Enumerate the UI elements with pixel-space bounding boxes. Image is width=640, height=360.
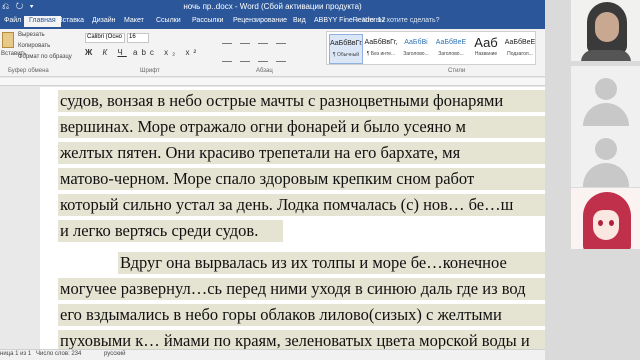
style-normal[interactable]: АаБбВвГг, ¶ Обычный xyxy=(329,34,363,64)
ribbon: Вставить Вырезать Копировать Формат по о… xyxy=(0,29,545,77)
style-heading-2[interactable]: АаБбВеЕ Заголово... xyxy=(434,34,468,64)
paragraph-line: его вздымались в небо горы облаков лилов… xyxy=(60,305,502,324)
font-group-label: Шрифт xyxy=(140,68,160,74)
avatar-placeholder-icon xyxy=(595,78,617,100)
tab-references[interactable]: Ссылки xyxy=(156,17,181,24)
participant-tile[interactable] xyxy=(571,126,640,187)
paragraph-line: матово-черном. Море спало здоровым крепк… xyxy=(60,169,475,188)
video-call-panel xyxy=(545,0,640,360)
ribbon-tabs: Файл Главная Вставка Дизайн Макет Ссылки… xyxy=(0,15,545,29)
participant-tile[interactable] xyxy=(571,66,640,127)
participant-avatar-anime[interactable] xyxy=(571,188,640,249)
paste-icon[interactable] xyxy=(2,32,14,48)
paragraph-line: пуховыми к… ймами по краям, зеленоватых … xyxy=(60,331,530,349)
word-window: ⎌ ↻ ▾ ночь пр..docx - Word (Сбой активац… xyxy=(0,0,545,360)
status-bar: ница 1 из 1 Число слов: 234 русский xyxy=(0,349,545,360)
language-indicator[interactable]: русский xyxy=(104,351,126,357)
paragraph-buttons[interactable] xyxy=(222,34,316,70)
paragraph-line: судов, вонзая в небо острые мачты с разн… xyxy=(60,91,504,110)
font-name-select[interactable]: Calibri (Осно xyxy=(85,33,125,43)
tab-design[interactable]: Дизайн xyxy=(92,17,116,24)
style-no-spacing[interactable]: АаБбВвГг, ¶ Без инте... xyxy=(364,34,398,64)
paragraph-line: который сильно устал за день. Лодка помч… xyxy=(60,195,514,214)
copy-button[interactable]: Копировать xyxy=(18,43,50,49)
paragraph-group-label: Абзац xyxy=(256,68,273,74)
font-size-select[interactable]: 16 xyxy=(127,33,149,43)
participant-video-self[interactable] xyxy=(571,0,640,61)
avatar-placeholder-icon xyxy=(595,138,617,160)
paragraph-line: желтых пятен. Они красиво трепетали на е… xyxy=(60,143,461,162)
tab-view[interactable]: Вид xyxy=(293,17,306,24)
tab-mailings[interactable]: Рассылки xyxy=(192,17,223,24)
styles-group-label: Стили xyxy=(448,68,466,74)
horizontal-ruler[interactable] xyxy=(0,78,545,86)
page-indicator[interactable]: ница 1 из 1 xyxy=(0,351,31,357)
styles-gallery: АаБбВвГг, ¶ Обычный АаБбВвГг, ¶ Без инте… xyxy=(326,31,536,65)
paragraph-line: могучее развернул…сь перед ними уходя в … xyxy=(60,279,526,298)
clipboard-group-label: Буфер обмена xyxy=(8,68,49,74)
style-title[interactable]: Ааб Название xyxy=(469,34,503,64)
font-format-buttons[interactable]: Ж К Ч abc x₂ x² xyxy=(85,48,200,57)
tab-home[interactable]: Главная xyxy=(24,16,61,27)
format-painter-button[interactable]: Формат по образцу xyxy=(18,54,72,60)
paragraph-line: вершинах. Море отражало огни фонарей и б… xyxy=(60,117,466,136)
paragraph-line: Вдруг она вырвалась из их толпы и море б… xyxy=(120,253,507,272)
tell-me-search[interactable]: ♀ Что вы хотите сделать? xyxy=(355,17,440,24)
tab-insert[interactable]: Вставка xyxy=(58,17,84,24)
tab-review[interactable]: Рецензирование xyxy=(233,17,287,24)
style-subtitle[interactable]: АаБбВеЕ Подзагол... xyxy=(503,34,537,64)
title-bar: ⎌ ↻ ▾ ночь пр..docx - Word (Сбой активац… xyxy=(0,0,545,15)
cut-button[interactable]: Вырезать xyxy=(18,32,45,38)
document-page[interactable]: судов, вонзая в небо острые мачты с разн… xyxy=(40,87,545,349)
word-count[interactable]: Число слов: 234 xyxy=(36,351,81,357)
style-heading-1[interactable]: АаБбВі Заголово... xyxy=(399,34,433,64)
tab-file[interactable]: Файл xyxy=(4,17,21,24)
window-title: ночь пр..docx - Word (Сбой активации про… xyxy=(183,2,362,11)
paragraph-line: и легко вертясь среди судов. xyxy=(60,221,259,240)
tab-layout[interactable]: Макет xyxy=(124,17,144,24)
